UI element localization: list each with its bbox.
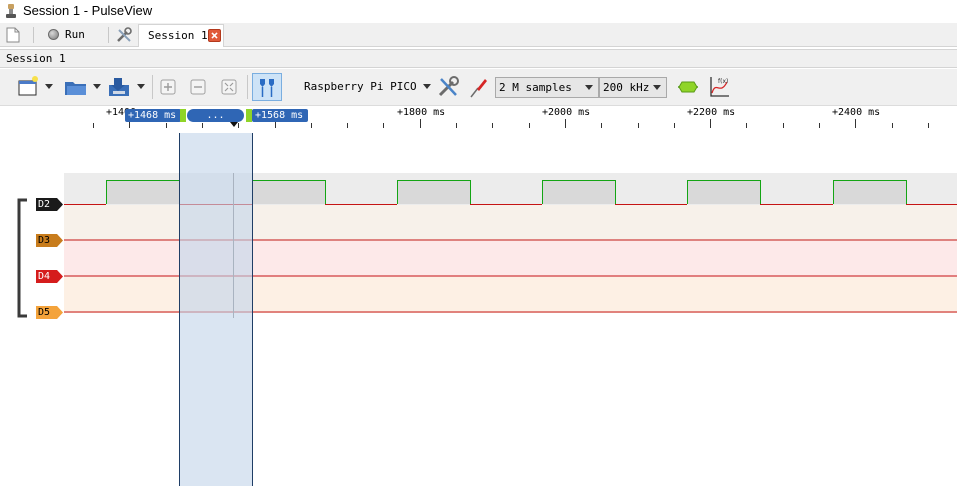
add-decoder-icon[interactable] <box>676 74 700 100</box>
cursor-left-flag[interactable]: +1468 ms <box>125 109 181 122</box>
open-file-icon[interactable] <box>63 74 89 100</box>
cursor-span-marker-icon <box>230 122 238 127</box>
device-config-icon[interactable] <box>436 74 460 100</box>
settings-tools-icon[interactable] <box>115 26 133 44</box>
ruler-label: +2400 ms <box>832 107 881 118</box>
trace-canvas <box>64 133 957 486</box>
tab-session-1[interactable]: Session 1 <box>138 24 224 47</box>
device-selector-label[interactable]: Raspberry Pi PICO <box>304 80 417 93</box>
close-tab-icon[interactable] <box>208 29 221 42</box>
session-tab-label: Session 1 <box>148 29 208 42</box>
d2-high-fill <box>833 180 906 204</box>
chevron-down-icon <box>653 85 661 90</box>
open-dropdown-icon[interactable] <box>93 84 101 89</box>
sample-rate-select[interactable]: 200 kHz <box>599 77 667 98</box>
d2-high-fill <box>106 180 179 204</box>
window-title: Session 1 - PulseView <box>23 3 153 18</box>
save-dropdown-icon[interactable] <box>137 84 145 89</box>
svg-text:f(x): f(x) <box>718 78 728 85</box>
session-header-label: Session 1 <box>6 52 66 65</box>
session-header: Session 1 <box>0 49 957 68</box>
device-dropdown-icon[interactable] <box>423 84 431 89</box>
signal-view[interactable] <box>64 133 957 486</box>
main-toolbar: Raspberry Pi PICO 2 M samples 200 kHz f(… <box>0 69 957 106</box>
cursors-icon <box>260 79 274 97</box>
d2-high-fill <box>687 180 760 204</box>
probe-icon[interactable] <box>468 74 490 100</box>
sample-count-select[interactable]: 2 M samples <box>495 77 599 98</box>
ruler-label: +2000 ms <box>542 107 591 118</box>
show-cursors-button[interactable] <box>252 73 282 101</box>
d2-high-fill <box>252 180 325 204</box>
channel-label-d3[interactable]: D3 <box>36 234 64 247</box>
run-label: Run <box>65 28 85 41</box>
cursor-left-handle[interactable] <box>180 109 186 122</box>
d2-high-fill <box>542 180 615 204</box>
save-file-icon[interactable] <box>106 74 132 100</box>
ruler-label: +1800 ms <box>397 107 446 118</box>
run-status-icon <box>48 29 59 40</box>
cursor-range-region[interactable] <box>179 133 252 486</box>
zoom-in-icon[interactable] <box>158 74 178 100</box>
channel-name: D2 <box>38 199 51 210</box>
channel-label-d5[interactable]: D5 <box>36 306 64 319</box>
new-session-dropdown-icon[interactable] <box>45 84 53 89</box>
add-math-signal-icon[interactable]: f(x) <box>708 74 730 100</box>
sample-count-value: 2 M samples <box>499 81 572 94</box>
zoom-out-icon[interactable] <box>188 74 208 100</box>
pulseview-app-icon <box>6 4 16 18</box>
sample-rate-value: 200 kHz <box>603 81 650 94</box>
d2-high-fill <box>397 180 470 204</box>
channel-list <box>0 107 64 486</box>
channel-label-d2[interactable]: D2 <box>36 198 64 211</box>
new-session-icon[interactable] <box>16 74 40 100</box>
zoom-fit-icon[interactable] <box>219 74 239 100</box>
channel-name: D5 <box>38 307 51 318</box>
channel-group-bracket[interactable] <box>0 107 64 486</box>
run-button[interactable]: Run <box>44 25 104 45</box>
channel-label-d4[interactable]: D4 <box>36 270 64 283</box>
new-document-icon[interactable] <box>6 27 20 43</box>
separator <box>108 27 109 43</box>
chevron-down-icon <box>585 85 593 90</box>
separator <box>33 27 34 43</box>
channel-name: D3 <box>38 235 51 246</box>
separator <box>152 75 153 99</box>
channel-name: D4 <box>38 271 51 282</box>
separator <box>247 75 248 99</box>
title-bar: Session 1 - PulseView <box>0 0 957 23</box>
ruler-label: +2200 ms <box>687 107 736 118</box>
cursor-right-flag[interactable]: +1568 ms <box>252 109 308 122</box>
cursor-span-flag[interactable]: ... <box>187 109 244 122</box>
session-tab-bar: Run Session 1 <box>0 23 957 47</box>
